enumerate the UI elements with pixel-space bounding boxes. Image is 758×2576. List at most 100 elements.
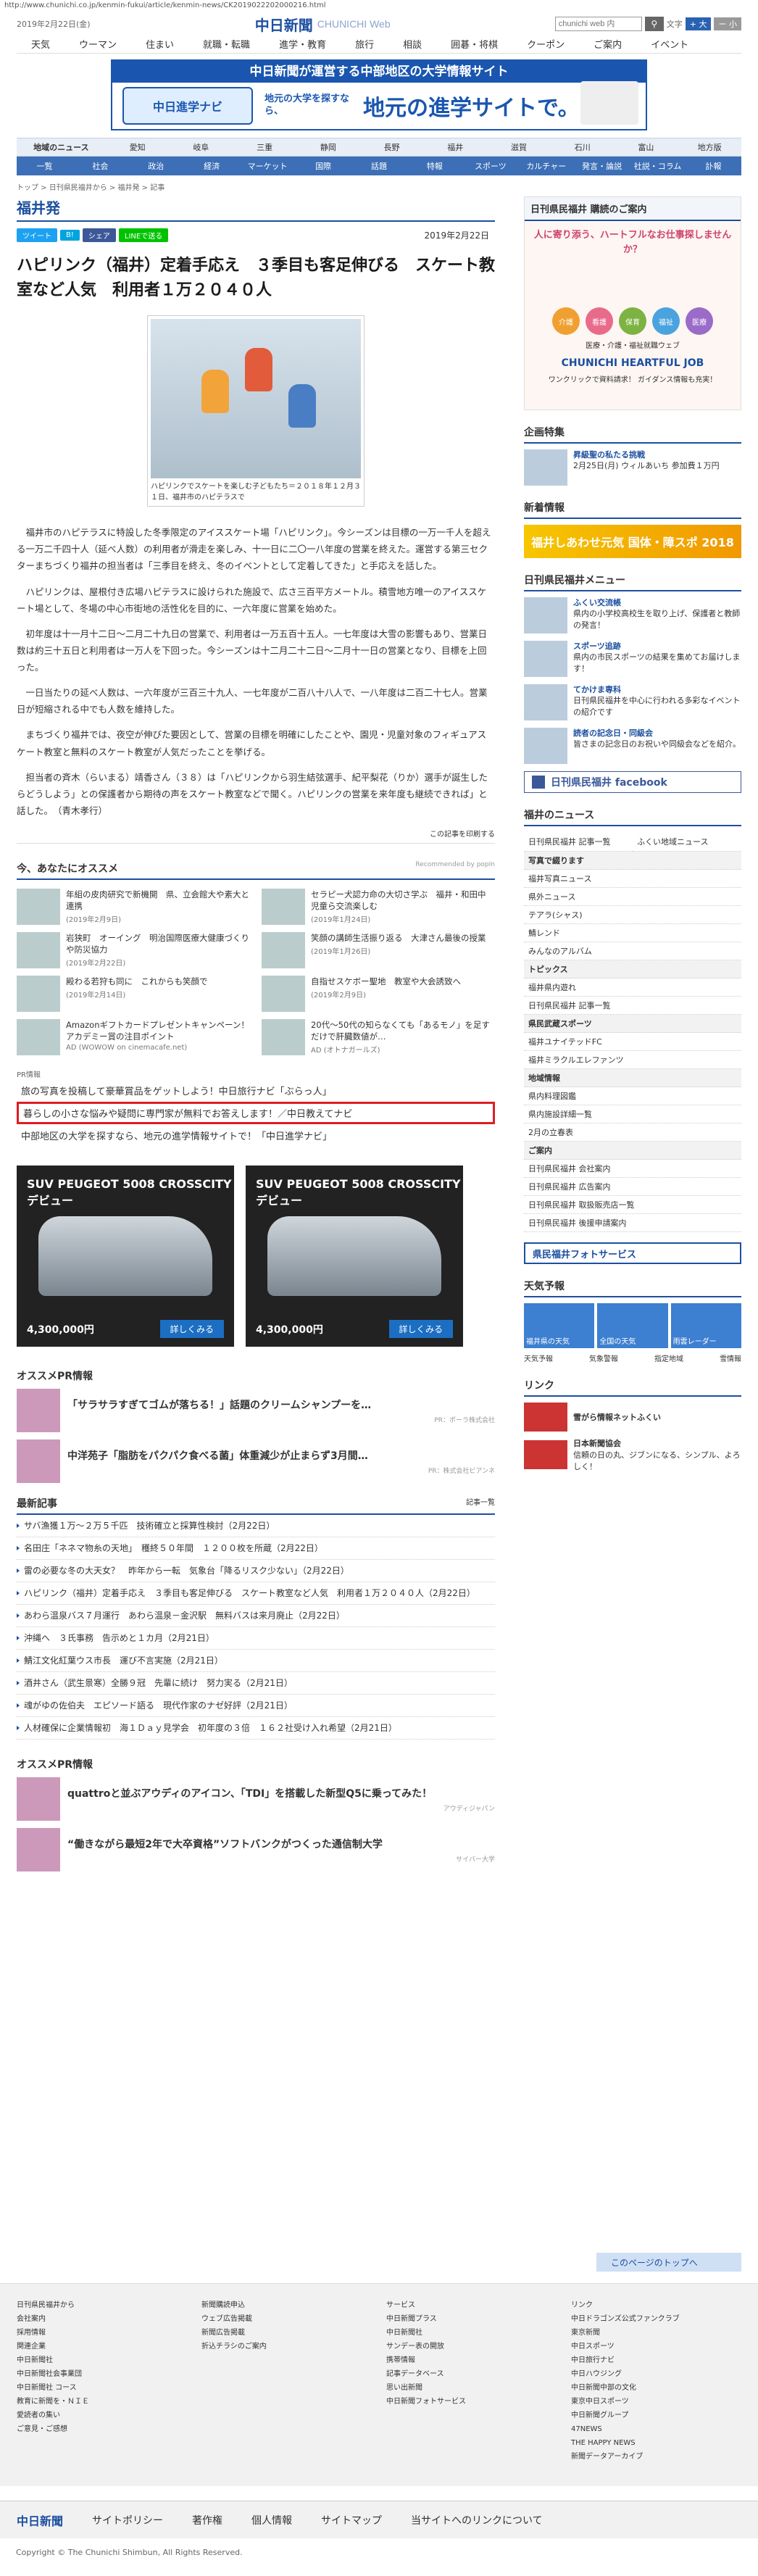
footer-link[interactable]: 新聞購読申込 — [201, 2301, 245, 2309]
footer-link[interactable]: 日刊県民福井から — [17, 2301, 75, 2309]
link-item[interactable]: 日本新聞協会 信頼の日の丸、ジブンになる、シンプル、よろしく！ — [524, 1437, 741, 1472]
recommend-item[interactable]: 殿わる若狩も同に これからも笑顔で (2019年2月14日) — [17, 976, 250, 1013]
footer-link[interactable]: 会社案内 — [17, 2315, 46, 2323]
footer-link[interactable]: 中日新聞社 — [386, 2329, 422, 2337]
menu-item[interactable]: てかけま専科 日刊県民福井を中心に行われる多彩なイベントの紹介です — [524, 684, 741, 720]
recommend-item[interactable]: 笑顔の講師生活振り返る 大津さん最後の授業 (2019年1月26日) — [262, 932, 495, 969]
category-nav-item[interactable]: カルチャー — [518, 160, 574, 172]
main-nav-item[interactable]: ご案内 — [579, 37, 636, 51]
peugeot-ad[interactable]: SUV PEUGEOT 5008 CROSSCITY デビュー 4,300,000… — [246, 1166, 463, 1347]
photo-service-banner[interactable]: 県民福井フォトサービス — [524, 1242, 741, 1264]
link-item[interactable]: 雪がら情報ネットふくい — [524, 1403, 741, 1432]
recommend-item[interactable]: 20代～50代の知らなくても「あるモノ」を足すだけで肝臓数値が… AD (オトナガ… — [262, 1019, 495, 1056]
pr-link[interactable]: 中部地区の大学を探すなら、地元の進学情報サイトで！「中日進学ナビ」 — [17, 1127, 495, 1144]
kokutai-banner[interactable]: 福井しあわせ元気 国体・障スポ 2018 — [524, 525, 741, 558]
latest-item[interactable]: あわら温泉バス７月運行 あわら温泉－金沢駅 無料バスは来月廃止（2月22日） — [17, 1605, 495, 1628]
region-nav-item[interactable]: 地方版 — [678, 141, 741, 153]
recommend-item[interactable]: 年組の皮肉研究で新機開 県、立会館大や素大と連携 (2019年2月9日) — [17, 889, 250, 926]
footer-bar-link[interactable]: 著作権 — [192, 2513, 222, 2527]
footer-link[interactable]: 中日ドラゴンズ公式ファンクラブ — [571, 2315, 680, 2323]
region-nav-item[interactable]: 滋賀 — [487, 141, 551, 153]
footer-link[interactable]: 採用情報 — [17, 2329, 46, 2337]
weather-link[interactable]: 指定地域 — [654, 1353, 683, 1363]
search-input[interactable] — [554, 17, 642, 31]
footer-link[interactable]: 中日新聞中部の文化 — [571, 2384, 636, 2392]
side-link[interactable]: 県内施設詳細一覧 — [524, 1105, 741, 1123]
ad-more-button[interactable]: 詳しくみる — [159, 1320, 224, 1339]
footer-link[interactable]: 中日新聞グループ — [571, 2411, 628, 2419]
site-logo[interactable]: 中日新聞 CHUNICHI Web — [255, 14, 391, 35]
side-link[interactable]: 日刊県民福井 広告案内 — [524, 1178, 741, 1196]
weather-link[interactable]: 天気予報 — [524, 1353, 553, 1363]
side-link[interactable]: 日刊県民福井 後援申請案内 — [524, 1214, 741, 1232]
side-link[interactable]: 日刊県民福井 会社案内 — [524, 1160, 741, 1178]
pr-item[interactable]: 中洋苑子「脂肪をパクパク食べる菌」体重減少が止まらず3月間… PR：株式会社ビアン… — [17, 1439, 495, 1484]
latest-item[interactable]: 鯖江文化紅葉ウス市長 運び不言実施（2月21日） — [17, 1650, 495, 1673]
footer-link[interactable]: THE HAPPY NEWS — [571, 2439, 636, 2447]
weather-tile[interactable]: 雨雲レーダー — [670, 1303, 741, 1348]
back-to-top[interactable]: このページのトップへ — [596, 2253, 741, 2272]
footer-link[interactable]: サービス — [386, 2301, 415, 2309]
footer-link[interactable]: 中日新聞社 コース — [17, 2384, 77, 2392]
recommend-item[interactable]: セラピー犬認力命の大切さ学ぶ 福井・和田中 児童ら交流楽しむ (2019年1月24… — [262, 889, 495, 926]
region-nav-item[interactable]: 福井 — [423, 141, 487, 153]
news-tab[interactable]: ふくい地域ニュース — [633, 832, 741, 852]
recommend-item[interactable]: Amazonギフトカードプレゼントキャンペーン！アカデミー賞の注目ポイント AD … — [17, 1019, 250, 1056]
side-link[interactable]: 県内料理図鑑 — [524, 1087, 741, 1105]
footer-link[interactable]: 中日ハウジング — [571, 2370, 622, 2378]
footer-link[interactable]: ウェブ広告掲載 — [201, 2315, 252, 2323]
main-nav-item[interactable]: 旅行 — [341, 37, 388, 51]
hatena-button[interactable]: B! — [60, 230, 80, 241]
footer-logo[interactable]: 中日新聞 — [17, 2511, 63, 2529]
category-nav-item[interactable]: 一覧 — [17, 160, 72, 172]
footer-link[interactable]: 中日新聞社 — [17, 2356, 53, 2364]
main-nav-item[interactable]: 就職・転職 — [188, 37, 265, 51]
category-nav-item[interactable]: 社説・コラム — [630, 160, 686, 172]
category-nav-item[interactable]: 発言・論説 — [574, 160, 630, 172]
pr-item[interactable]: 「サラサラすぎてゴムが落ちる！」話題のクリームシャンプーを… PR：ポーラ株式会社 — [17, 1389, 495, 1433]
footer-link[interactable]: 関連企業 — [17, 2343, 46, 2351]
footer-link[interactable]: 折込チラシのご案内 — [201, 2343, 267, 2351]
news-tab[interactable]: 日刊県民福井 記事一覧 — [524, 832, 633, 852]
weather-link[interactable]: 雪情報 — [720, 1353, 741, 1363]
ad-more-button[interactable]: 詳しくみる — [388, 1320, 453, 1339]
pr-link-highlighted[interactable]: 暮らしの小さな悩みや疑問に専門家が無料でお答えします！／中日教えてナビ — [17, 1102, 495, 1125]
category-nav-item[interactable]: 国際 — [296, 160, 351, 172]
side-link[interactable]: 鯖レンド — [524, 924, 741, 942]
category-nav-item[interactable]: 社会 — [72, 160, 128, 172]
footer-link[interactable]: 中日旅行ナビ — [571, 2356, 615, 2364]
region-nav-item[interactable]: 富山 — [615, 141, 678, 153]
latest-item[interactable]: 名田庄「ネネマ物糸の天地」 穫終５０年間 １２００枚を所蔵（2月22日） — [17, 1537, 495, 1561]
menu-item[interactable]: ふくい交流帳 県内の小学校高校生を取り上げ、保護者と教師の発言！ — [524, 597, 741, 633]
print-link[interactable]: この記事を印刷する — [17, 828, 495, 844]
footer-link[interactable]: 47NEWS — [571, 2425, 602, 2433]
latest-item[interactable]: 魂がゆの佐伯夫 エピソード語る 現代作家のナゼ好評（2月21日） — [17, 1695, 495, 1718]
pr2-item[interactable]: quattroと並ぶアウディのアイコン、「TDI」を搭載した新型Q5に乗ってみた… — [17, 1777, 495, 1821]
region-nav-item[interactable]: 長野 — [360, 141, 424, 153]
side-link[interactable]: 福井県内遊れ — [524, 979, 741, 997]
menu-item[interactable]: 読者の記念日・同級会 皆さまの記念日のお祝いや同級会などを紹介。 — [524, 728, 741, 764]
region-nav-item[interactable]: 愛知 — [106, 141, 170, 153]
category-nav-item[interactable]: マーケット — [240, 160, 296, 172]
footer-link[interactable]: 東京中日スポーツ — [571, 2398, 629, 2406]
article-list-link[interactable]: 記事一覧 — [466, 1496, 495, 1511]
category-nav-item[interactable]: 経済 — [184, 160, 240, 172]
category-nav-item[interactable]: 話題 — [351, 160, 407, 172]
category-nav-item[interactable]: 政治 — [128, 160, 184, 172]
main-nav-item[interactable]: イベント — [636, 37, 703, 51]
category-nav-item[interactable]: 訃報 — [686, 160, 741, 172]
weather-link[interactable]: 気象警報 — [589, 1353, 618, 1363]
main-nav-item[interactable]: 進学・教育 — [265, 37, 341, 51]
main-nav-item[interactable]: ウーマン — [64, 37, 131, 51]
latest-item[interactable]: 酒井さん（武生景寒）全勝９冠 先輩に続け 努力実る（2月21日） — [17, 1672, 495, 1695]
tweet-button[interactable]: ツイート — [17, 228, 57, 242]
footer-link[interactable]: ご意見・ご感想 — [17, 2425, 67, 2433]
footer-link[interactable]: サンデー表の開放 — [386, 2343, 444, 2351]
side-link[interactable]: 日刊県民福井 記事一覧 — [524, 997, 741, 1015]
weather-tile[interactable]: 福井県の天気 — [524, 1303, 595, 1348]
heartful-job-ad[interactable]: 人に寄り添う、ハートフルなお仕事探しませんか？ 介護 看護 保育 福祉 医療 医療・介護… — [525, 221, 741, 410]
latest-item[interactable]: ハピリンク（福井）定着手応え ３季目も客足伸びる スケート教室など人気 利用者１… — [17, 1582, 495, 1605]
footer-link[interactable]: 記事データベース — [386, 2370, 444, 2378]
side-link[interactable]: テアラ(シャス) — [524, 906, 741, 924]
region-nav-item[interactable]: 岐阜 — [170, 141, 233, 153]
